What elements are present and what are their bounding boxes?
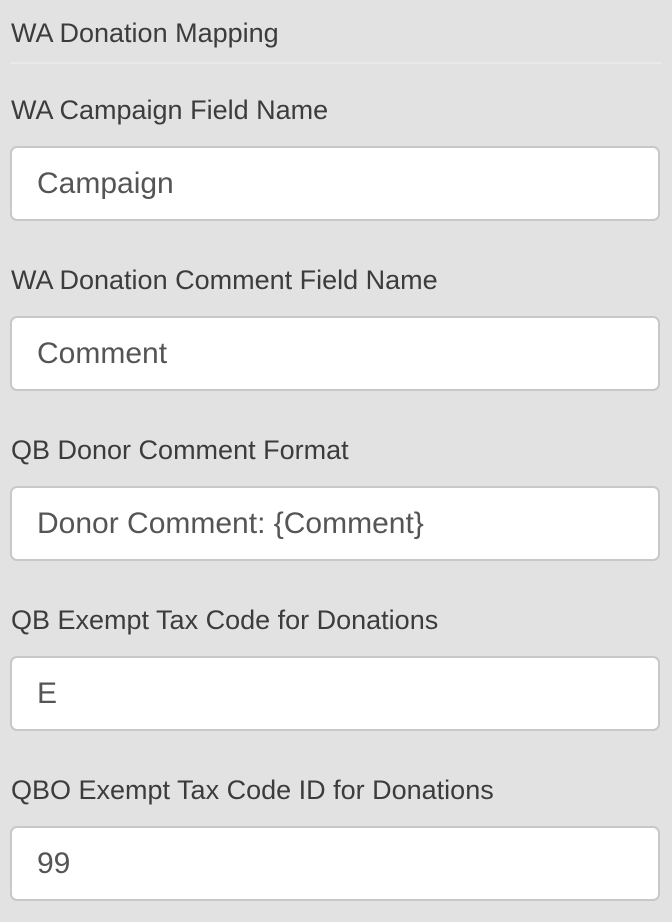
exempt-tax-code-id-input[interactable] — [10, 826, 660, 901]
section-divider — [11, 62, 661, 64]
campaign-field-name-label: WA Campaign Field Name — [11, 95, 329, 125]
donation-comment-field-name-input[interactable] — [10, 316, 660, 391]
donation-comment-field-name-label: WA Donation Comment Field Name — [11, 265, 438, 295]
exempt-tax-code-label: QB Exempt Tax Code for Donations — [11, 605, 439, 635]
exempt-tax-code-id-label: QBO Exempt Tax Code ID for Donations — [11, 775, 494, 805]
donor-comment-format-input[interactable] — [10, 486, 660, 561]
donor-comment-format-label: QB Donor Comment Format — [11, 435, 349, 465]
campaign-field-name-input[interactable] — [10, 146, 660, 221]
exempt-tax-code-input[interactable] — [10, 656, 660, 731]
donation-mapping-panel: WA Donation Mapping WA Campaign Field Na… — [0, 0, 672, 922]
section-title: WA Donation Mapping — [11, 18, 279, 48]
